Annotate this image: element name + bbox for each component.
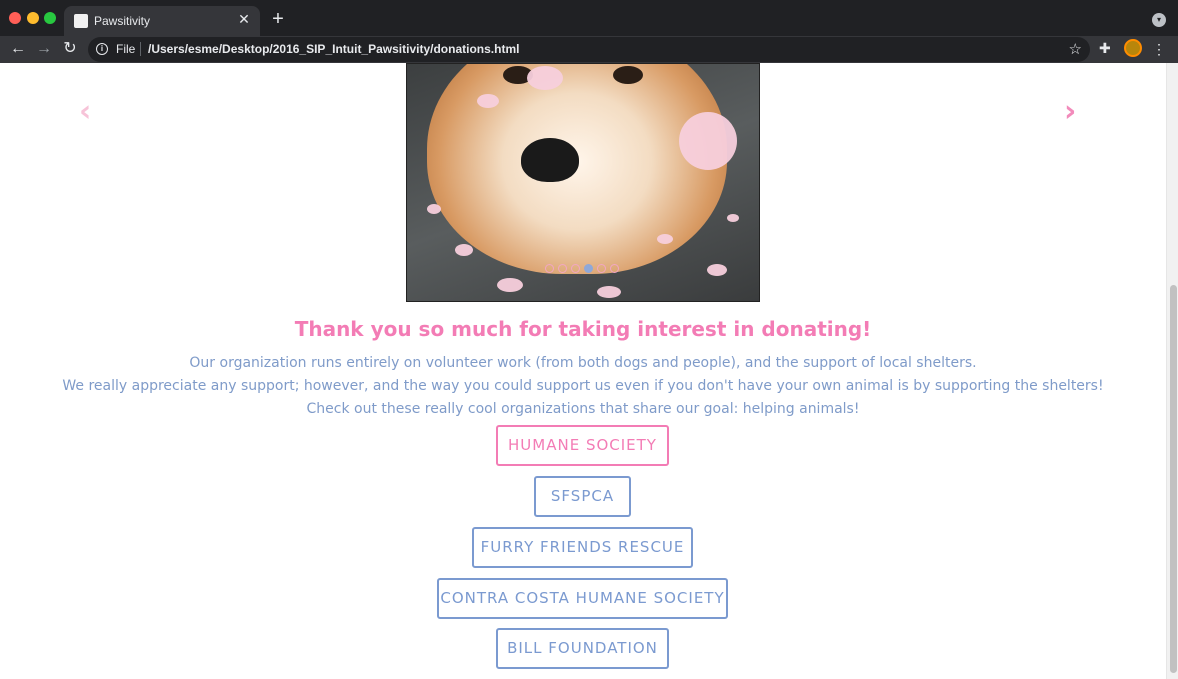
carousel-indicator[interactable] — [597, 264, 606, 273]
carousel-dog-image — [406, 63, 760, 302]
url-text[interactable]: /Users/esme/Desktop/2016_SIP_Intuit_Paws… — [148, 42, 519, 56]
bookmark-star-icon[interactable]: ☆ — [1069, 40, 1082, 58]
page-favicon-icon — [74, 14, 88, 28]
info-icon[interactable]: i — [96, 43, 108, 55]
carousel-indicator-active[interactable] — [584, 264, 593, 273]
profile-avatar-icon[interactable] — [1124, 39, 1142, 57]
browser-window: Pawsitivity ✕ + ▾ ← → ↻ i File /Users/es… — [0, 0, 1178, 679]
petal — [477, 94, 499, 108]
carousel-indicator[interactable] — [558, 264, 567, 273]
tab-pawsitivity[interactable]: Pawsitivity ✕ — [64, 6, 260, 36]
scrollbar-thumb[interactable] — [1170, 285, 1177, 673]
petal — [727, 214, 739, 222]
new-tab-icon[interactable]: + — [268, 9, 288, 29]
page-scrollbar[interactable] — [1166, 63, 1178, 679]
tab-search-icon[interactable]: ▾ — [1152, 13, 1166, 27]
minimize-window-button[interactable] — [27, 12, 39, 24]
petal — [427, 204, 441, 214]
carousel-indicator[interactable] — [610, 264, 619, 273]
reload-icon[interactable]: ↻ — [60, 39, 80, 59]
dog-nose — [521, 138, 579, 182]
bill-foundation-button[interactable]: BILL FOUNDATION — [496, 628, 669, 669]
tab-title: Pawsitivity — [94, 14, 151, 28]
more-menu-icon[interactable]: ⋮ — [1152, 39, 1166, 59]
furry-friends-rescue-button[interactable]: FURRY FRIENDS RESCUE — [472, 527, 693, 568]
petal — [679, 112, 737, 170]
close-window-button[interactable] — [9, 12, 21, 24]
browser-toolbar: ← → ↻ i File /Users/esme/Desktop/2016_SI… — [0, 36, 1178, 63]
carousel-indicators — [545, 264, 619, 273]
address-divider — [140, 42, 141, 56]
intro-line-1: Our organization runs entirely on volunt… — [189, 355, 977, 371]
petal — [497, 278, 523, 292]
extensions-puzzle-icon[interactable]: ✚ — [1099, 40, 1111, 57]
maximize-window-button[interactable] — [44, 12, 56, 24]
carousel-prev-icon[interactable]: ‹ — [79, 97, 91, 127]
petal — [527, 66, 563, 90]
petal — [455, 244, 473, 256]
carousel-indicator[interactable] — [545, 264, 554, 273]
forward-arrow-icon[interactable]: → — [34, 39, 54, 59]
page-viewport: ‹ › Thank you so much for taking interes… — [0, 63, 1178, 679]
back-arrow-icon[interactable]: ← — [8, 39, 28, 59]
carousel-indicator[interactable] — [571, 264, 580, 273]
carousel-next-icon[interactable]: › — [1064, 97, 1076, 127]
scheme-label: File — [116, 42, 136, 56]
close-tab-icon[interactable]: ✕ — [236, 11, 252, 27]
donation-heading: Thank you so much for taking interest in… — [294, 317, 872, 341]
petal — [707, 264, 727, 276]
dog-eye-right — [613, 66, 643, 84]
intro-line-2: We really appreciate any support; howeve… — [62, 378, 1104, 394]
contra-costa-humane-society-button[interactable]: CONTRA COSTA HUMANE SOCIETY — [437, 578, 728, 619]
intro-line-3: Check out these really cool organization… — [306, 401, 860, 417]
humane-society-button[interactable]: HUMANE SOCIETY — [496, 425, 669, 466]
tab-bar: Pawsitivity ✕ + ▾ — [0, 0, 1178, 36]
address-bar[interactable]: i File /Users/esme/Desktop/2016_SIP_Intu… — [88, 37, 1090, 62]
sfspca-button[interactable]: SFSPCA — [534, 476, 631, 517]
petal — [597, 286, 621, 298]
petal — [657, 234, 673, 244]
